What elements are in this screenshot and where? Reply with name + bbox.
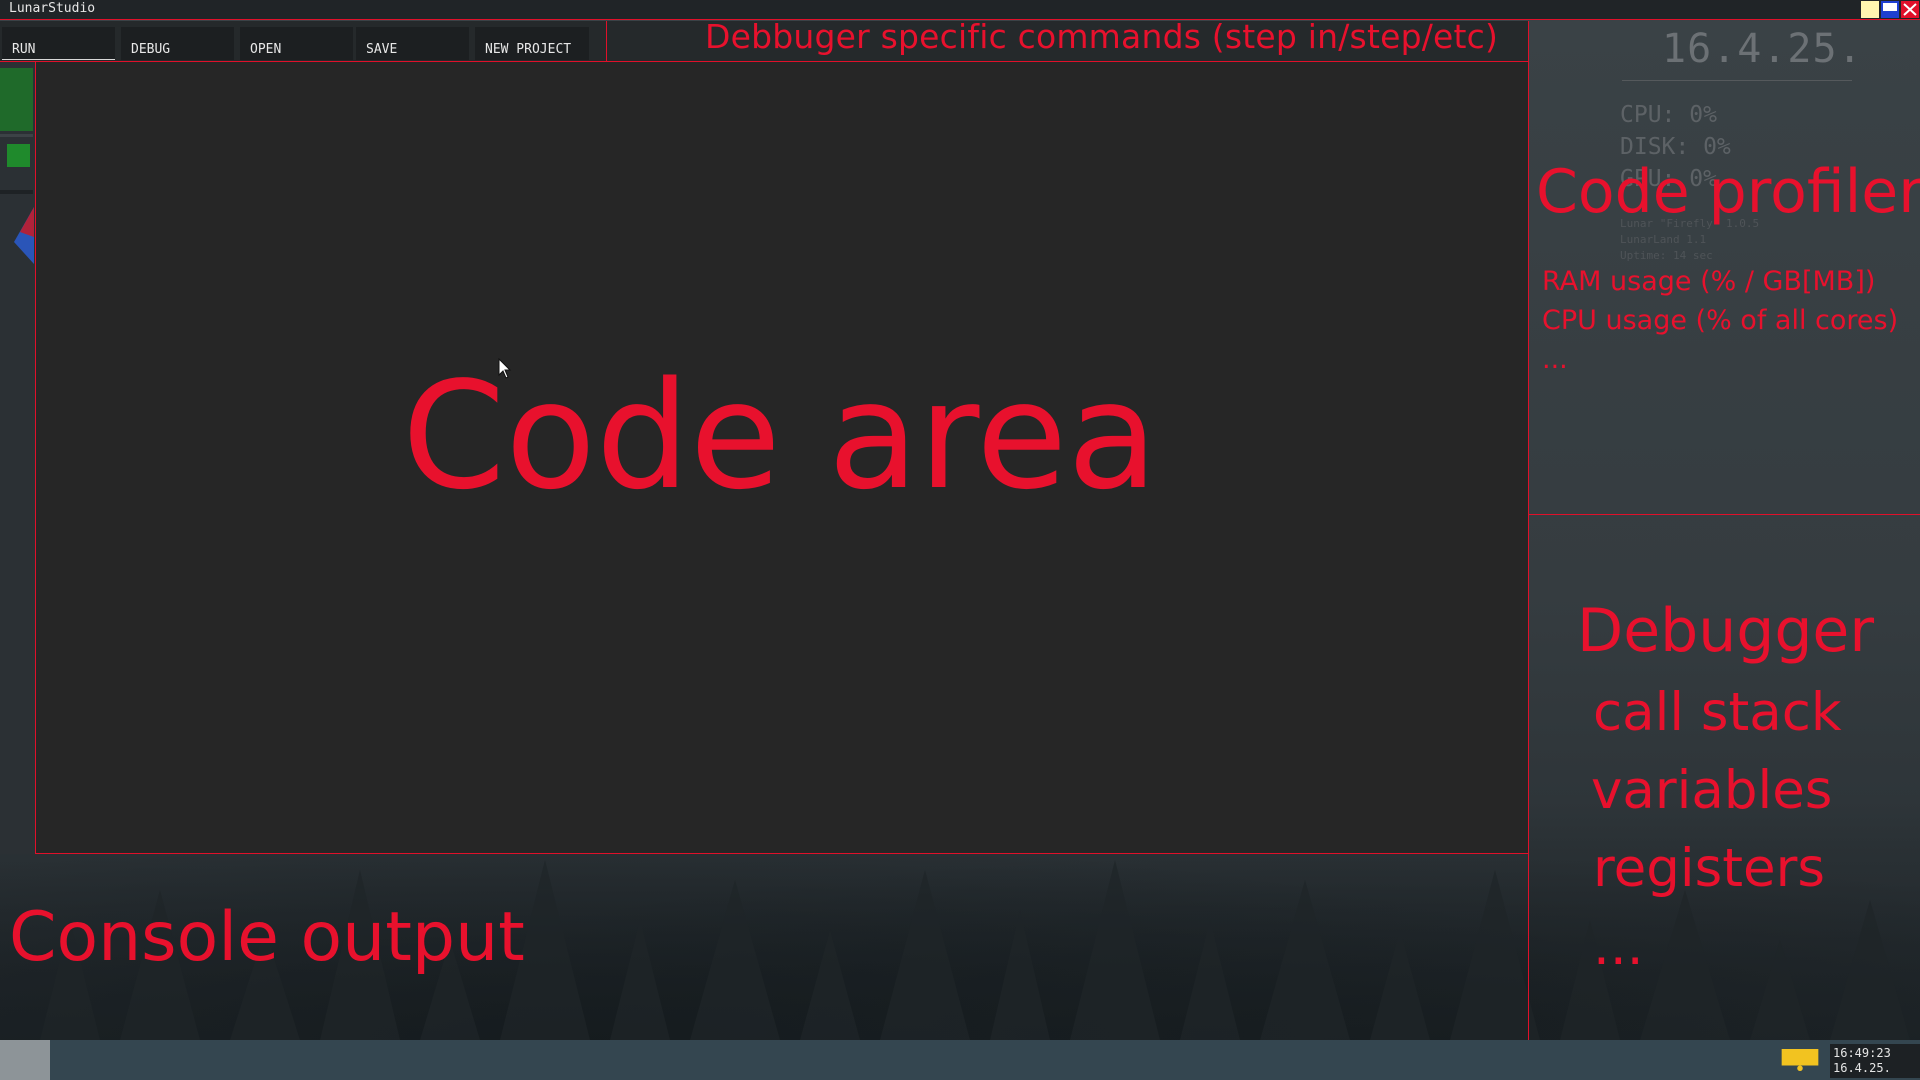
notification-tray-icon[interactable] (1780, 1049, 1820, 1071)
console-output-annotation: Console output (9, 898, 525, 977)
profiler-separator (1622, 80, 1852, 81)
close-button[interactable] (1901, 1, 1919, 18)
minimize-button[interactable] (1861, 1, 1879, 18)
right-panel: 16.4.25. CPU: 0% DISK: 0% GPU: 0% Lunar … (1528, 21, 1920, 1040)
debug-button[interactable]: DEBUG (121, 27, 234, 60)
code-area-annotation: Code area (402, 350, 1158, 522)
clock-time: 16:49:23 (1833, 1046, 1891, 1060)
variables-annotation: variables (1591, 760, 1833, 821)
close-icon (1903, 3, 1917, 16)
land-info: LunarLand 1.1 (1620, 233, 1707, 246)
run-button[interactable]: RUN (2, 27, 115, 60)
uptime-info: Uptime: 14 sec (1620, 249, 1713, 262)
window-title: LunarStudio (9, 1, 96, 16)
save-button[interactable]: SAVE (356, 27, 469, 60)
new-project-button[interactable]: NEW PROJECT (475, 27, 589, 60)
maximize-button[interactable] (1881, 1, 1899, 18)
profiler-more-annotation: ... (1542, 344, 1568, 375)
code-profiler-annotation: Code profiler (1536, 157, 1920, 227)
debugger-annotation: Debugger (1577, 596, 1874, 666)
toolbar-divider (606, 21, 607, 62)
maximize-icon (1883, 3, 1897, 11)
code-editor-area[interactable]: Code area (35, 62, 1528, 854)
cpu-stat: CPU: 0% (1620, 102, 1717, 128)
call-stack-annotation: call stack (1593, 682, 1842, 743)
cpu-usage-annotation: CPU usage (% of all cores) (1542, 305, 1899, 336)
strip-divider (0, 134, 33, 137)
clock-date: 16.4.25. (1833, 1061, 1891, 1075)
left-activity-strip (0, 62, 35, 854)
strip-divider-2 (0, 190, 33, 194)
profiler-date: 16.4.25. (1662, 26, 1863, 72)
open-button[interactable]: OPEN (240, 27, 353, 60)
strip-square-icon[interactable] (7, 144, 30, 167)
strip-block-green[interactable] (0, 68, 33, 131)
strip-arrow-icon[interactable] (0, 202, 35, 272)
debugger-panel[interactable]: Debugger call stack variables registers … (1529, 516, 1920, 1044)
code-profiler-panel[interactable]: 16.4.25. CPU: 0% DISK: 0% GPU: 0% Lunar … (1529, 21, 1920, 515)
mouse-cursor-icon (498, 358, 512, 379)
console-output-area[interactable]: Console output (0, 854, 1528, 1040)
debugger-more-annotation: ... (1593, 916, 1644, 977)
taskbar: 16:49:23 16.4.25. (0, 1040, 1920, 1080)
start-button[interactable] (0, 1040, 50, 1080)
taskbar-clock[interactable]: 16:49:23 16.4.25. (1830, 1044, 1920, 1078)
ram-usage-annotation: RAM usage (% / GB[MB]) (1542, 266, 1876, 297)
registers-annotation: registers (1593, 838, 1826, 899)
debugger-commands-annotation: Debbuger specific commands (step in/step… (705, 17, 1499, 56)
